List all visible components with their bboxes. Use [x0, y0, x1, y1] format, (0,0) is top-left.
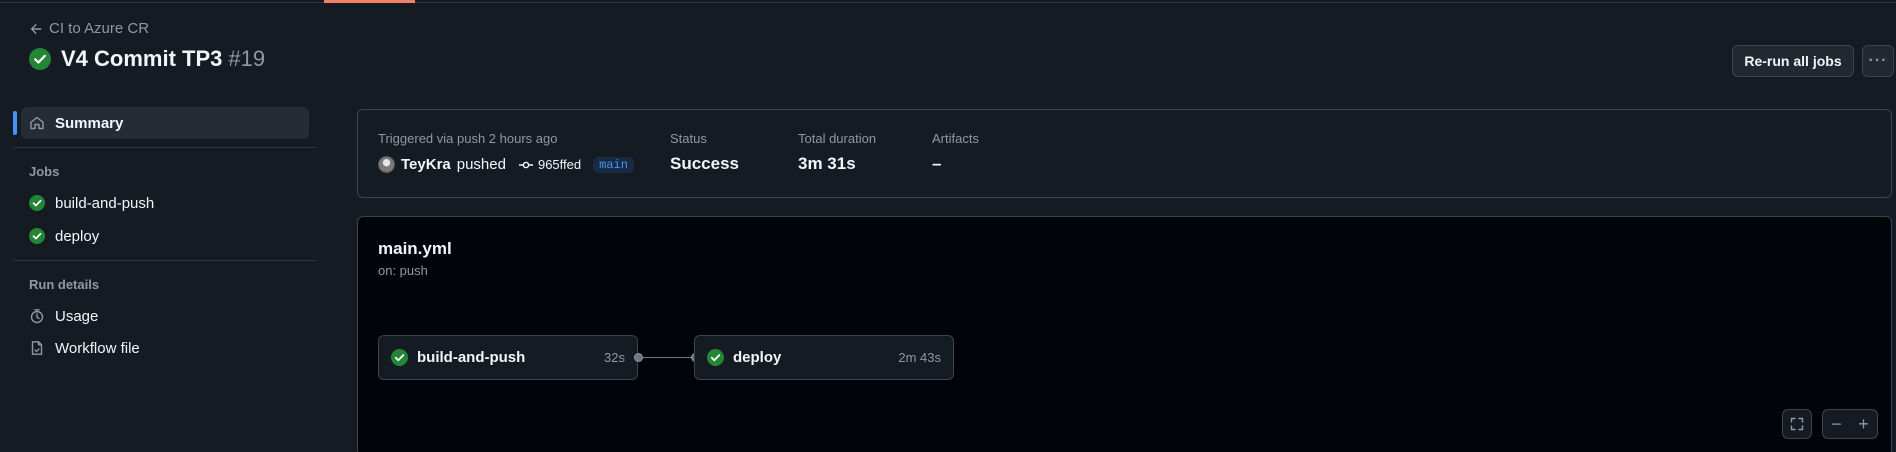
avatar[interactable] — [378, 156, 395, 173]
success-check-icon — [707, 349, 724, 366]
zoom-out-button[interactable]: − — [1823, 410, 1850, 438]
pushed-label: pushed — [456, 156, 506, 173]
page-title: V4 Commit TP3 — [61, 46, 223, 71]
jobs-heading: Jobs — [29, 164, 60, 179]
status-label: Status — [670, 131, 707, 146]
status-value: Success — [670, 154, 739, 173]
file-icon — [31, 341, 43, 355]
sidebar-item-workflow-file[interactable]: Workflow file — [21, 332, 309, 364]
job-duration: 32s — [604, 350, 625, 365]
job-node-deploy[interactable]: deploy 2m 43s — [694, 335, 954, 380]
pusher-name[interactable]: TeyKra — [401, 156, 451, 173]
back-link-label: CI to Azure CR — [49, 20, 150, 37]
job-connector-line — [638, 357, 696, 358]
run-details-heading: Run details — [29, 277, 100, 292]
sidebar-item-summary[interactable]: Summary — [21, 107, 309, 139]
fullscreen-button[interactable] — [1782, 409, 1812, 439]
run-number: #19 — [228, 46, 266, 71]
success-check-icon — [29, 228, 45, 244]
success-check-icon — [29, 48, 51, 70]
commit-link[interactable]: 965ffed — [518, 157, 581, 173]
connector-dot-start — [634, 353, 643, 362]
active-nav-indicator — [13, 111, 17, 135]
sidebar-divider — [13, 260, 316, 261]
job-node-build-and-push[interactable]: build-and-push 32s — [378, 335, 638, 380]
workflow-file-name: main.yml — [378, 239, 452, 258]
fullscreen-icon — [1790, 417, 1804, 431]
sidebar-item-label: Summary — [55, 114, 124, 132]
branch-tag[interactable]: main — [593, 156, 634, 173]
trigger-text: Triggered via push 2 hours ago — [378, 131, 558, 146]
job-duration: 2m 43s — [898, 350, 941, 365]
back-to-workflow-link[interactable]: CI to Azure CR — [29, 20, 149, 37]
sidebar-item-label: build-and-push — [55, 194, 155, 212]
duration-label: Total duration — [798, 131, 877, 146]
more-options-button[interactable]: ··· — [1862, 45, 1894, 77]
artifacts-label: Artifacts — [932, 131, 979, 146]
artifacts-value: – — [932, 154, 942, 173]
sidebar-item-build-and-push[interactable]: build-and-push — [21, 187, 309, 219]
rerun-all-jobs-button[interactable]: Re-run all jobs — [1732, 45, 1854, 77]
success-check-icon — [29, 195, 45, 211]
top-border — [0, 0, 1896, 3]
sidebar-item-label: Usage — [55, 307, 99, 325]
run-summary-card: Triggered via push 2 hours ago TeyKra pu… — [357, 109, 1892, 198]
stopwatch-icon — [30, 309, 44, 324]
sidebar-item-label: Workflow file — [55, 339, 140, 357]
arrow-left-icon — [30, 23, 42, 34]
workflow-graph-card: main.yml on: push build-and-push 32s dep… — [357, 216, 1892, 452]
loading-progress-accent — [324, 0, 415, 3]
home-icon — [30, 116, 44, 130]
zoom-in-button[interactable]: + — [1850, 410, 1877, 438]
git-commit-icon — [518, 161, 533, 168]
commit-sha: 965ffed — [537, 157, 582, 172]
sidebar-item-deploy[interactable]: deploy — [21, 220, 309, 252]
trigger-details: TeyKra pushed 965ffed main — [378, 156, 634, 173]
job-name: build-and-push — [417, 349, 526, 366]
sidebar-item-label: deploy — [55, 227, 100, 245]
run-title-row: V4 Commit TP3 #19 — [29, 46, 265, 72]
success-check-icon — [391, 349, 408, 366]
sidebar-divider — [13, 147, 316, 148]
zoom-controls: − + — [1822, 409, 1878, 439]
job-name: deploy — [733, 349, 782, 366]
workflow-trigger: on: push — [378, 263, 428, 278]
sidebar-item-usage[interactable]: Usage — [21, 300, 309, 332]
duration-value: 3m 31s — [798, 154, 856, 173]
